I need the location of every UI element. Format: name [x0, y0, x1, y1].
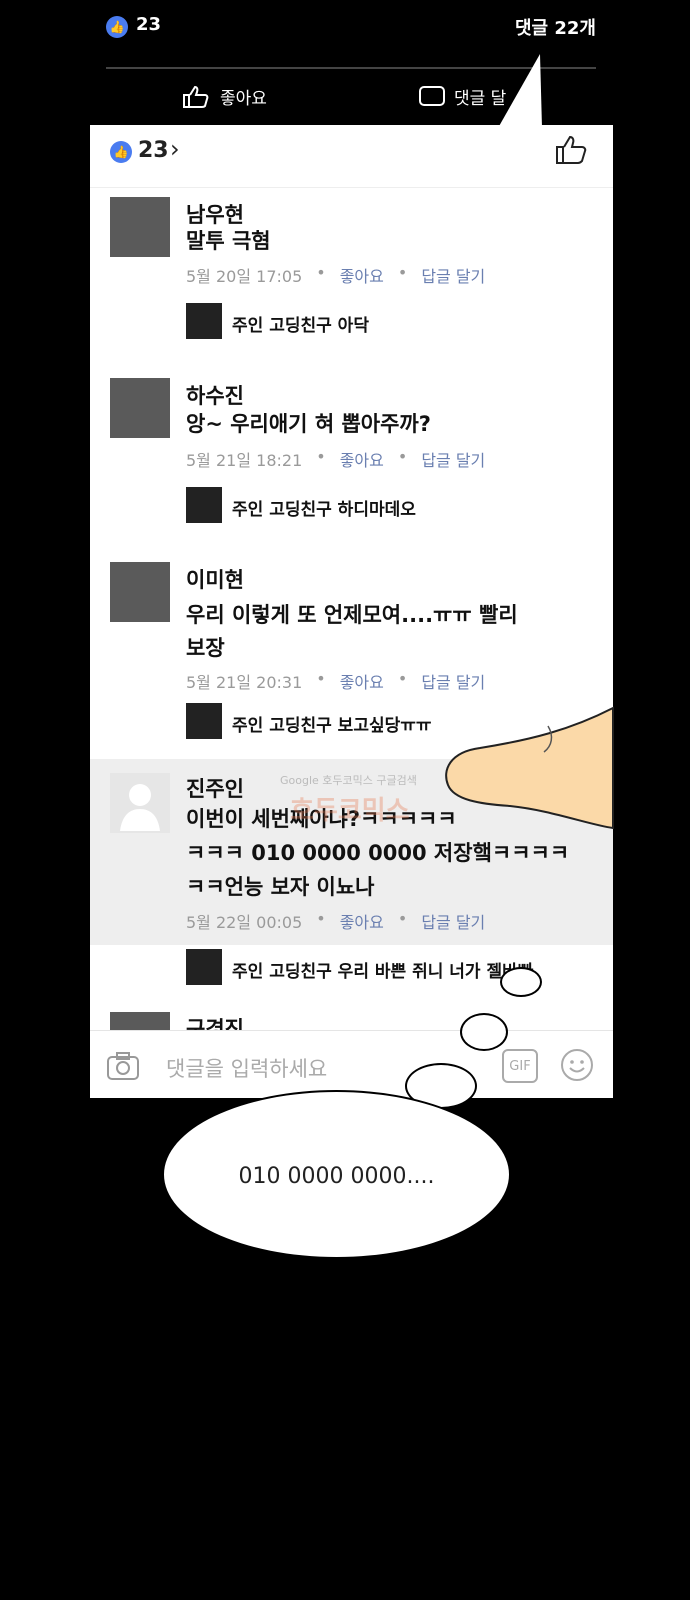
watermark-logo: 호두코믹스: [290, 796, 410, 826]
thumbs-up-icon: [183, 85, 209, 108]
comment-like-link[interactable]: 좋아요: [340, 909, 384, 933]
comment-reply-link[interactable]: 답글 달기: [421, 263, 485, 287]
pointing-finger: [445, 706, 614, 830]
reply-preview[interactable]: 주인 고딩친구 보고싶당ㅠㅠ: [232, 711, 432, 736]
comment-time: 5월 21일 18:21: [186, 451, 303, 470]
thumbs-up-icon[interactable]: [555, 135, 587, 165]
comment-reply-link[interactable]: 답글 달기: [421, 669, 485, 693]
separator-dot: •: [316, 909, 326, 928]
user-silhouette-icon: [120, 784, 160, 831]
comment-time: 5월 22일 00:05: [186, 913, 303, 932]
default-avatar[interactable]: [110, 773, 170, 833]
comment-author[interactable]: 이미현: [186, 564, 244, 594]
comment-text: ㅋㅋ언능 보자 이뇨나: [186, 875, 375, 899]
panel-tail: [498, 54, 542, 128]
chevron-right-icon[interactable]: ›: [170, 135, 180, 163]
speech-bubble: 010 0000 0000....: [162, 1090, 511, 1259]
reply-preview[interactable]: 주인 고딩친구 아닥: [232, 311, 369, 336]
gif-button[interactable]: GIF: [502, 1049, 538, 1083]
reply-avatar[interactable]: [186, 303, 222, 339]
comment-input-bar: 댓글을 입력하세요 GIF: [90, 1030, 613, 1098]
comment-reply-link[interactable]: 답글 달기: [421, 447, 485, 471]
top-comment-count[interactable]: 댓글 22개: [515, 14, 596, 40]
avatar[interactable]: [110, 197, 170, 257]
comment-time: 5월 21일 20:31: [186, 673, 303, 692]
comment-time: 5월 20일 17:05: [186, 267, 303, 286]
watermark-search: Google 호두코믹스 구글검색: [280, 774, 417, 787]
separator-dot: •: [397, 263, 408, 282]
comment-button[interactable]: 댓글 달: [418, 84, 506, 109]
speech-bubble-text: 010 0000 0000....: [238, 1164, 435, 1189]
thought-dot-medium: [460, 1013, 508, 1051]
comment-reply-link[interactable]: 답글 달기: [421, 909, 485, 933]
comment-meta: 5월 20일 17:05 • 좋아요 • 답글 달기: [186, 263, 485, 287]
separator-dot: •: [316, 669, 326, 688]
reply-preview[interactable]: 주인 고딩친구 하디마데오: [232, 495, 416, 520]
separator-dot: •: [397, 909, 408, 928]
avatar[interactable]: [110, 378, 170, 438]
comment-text: 말투 극혐: [186, 229, 271, 253]
thought-dot-small: [500, 967, 542, 997]
reply-avatar[interactable]: [186, 949, 222, 985]
like-button-label: 좋아요: [220, 89, 267, 109]
likes-count[interactable]: 23: [138, 138, 169, 163]
separator-dot: •: [316, 447, 326, 466]
comment-like-link[interactable]: 좋아요: [340, 669, 384, 693]
comment-text: 우리 이렇게 또 언제모여....ㅠㅠ 빨리: [186, 603, 518, 627]
comment-text: 보장: [186, 636, 225, 660]
like-icon: 👍: [110, 141, 132, 163]
top-like-count: 23: [136, 14, 162, 35]
avatar[interactable]: [110, 562, 170, 622]
separator-dot: •: [316, 263, 326, 282]
like-icon: 👍: [106, 16, 128, 38]
comment-text: 앙~ 우리애기 혀 뽑아주까?: [186, 412, 431, 436]
comment-meta: 5월 21일 18:21 • 좋아요 • 답글 달기: [186, 447, 485, 471]
comment-input[interactable]: 댓글을 입력하세요: [166, 1053, 327, 1083]
comment-panel: 👍 23 › 남우현 말투 극혐 5월 20일 17:05 • 좋아요 • 답글…: [90, 125, 613, 1098]
camera-icon[interactable]: [106, 1051, 140, 1081]
reply-avatar[interactable]: [186, 703, 222, 739]
panel-header: 👍 23 ›: [90, 125, 613, 188]
comment-meta: 5월 21일 20:31 • 좋아요 • 답글 달기: [186, 669, 485, 693]
like-button[interactable]: 좋아요: [182, 84, 267, 109]
reply-preview[interactable]: 주인 고딩친구 우리 바쁜 쥐니 너가 젤바빠: [232, 957, 533, 982]
comment-meta: 5월 22일 00:05 • 좋아요 • 답글 달기: [186, 909, 485, 933]
reply-avatar[interactable]: [186, 487, 222, 523]
comment-author[interactable]: 진주인: [186, 773, 244, 803]
emoji-icon[interactable]: [560, 1048, 594, 1082]
comment-author[interactable]: 하수진: [186, 380, 244, 410]
comment-icon: [419, 85, 445, 106]
separator-dot: •: [397, 669, 408, 688]
comment-like-link[interactable]: 좋아요: [340, 447, 384, 471]
comment-like-link[interactable]: 좋아요: [340, 263, 384, 287]
separator-dot: •: [397, 447, 408, 466]
